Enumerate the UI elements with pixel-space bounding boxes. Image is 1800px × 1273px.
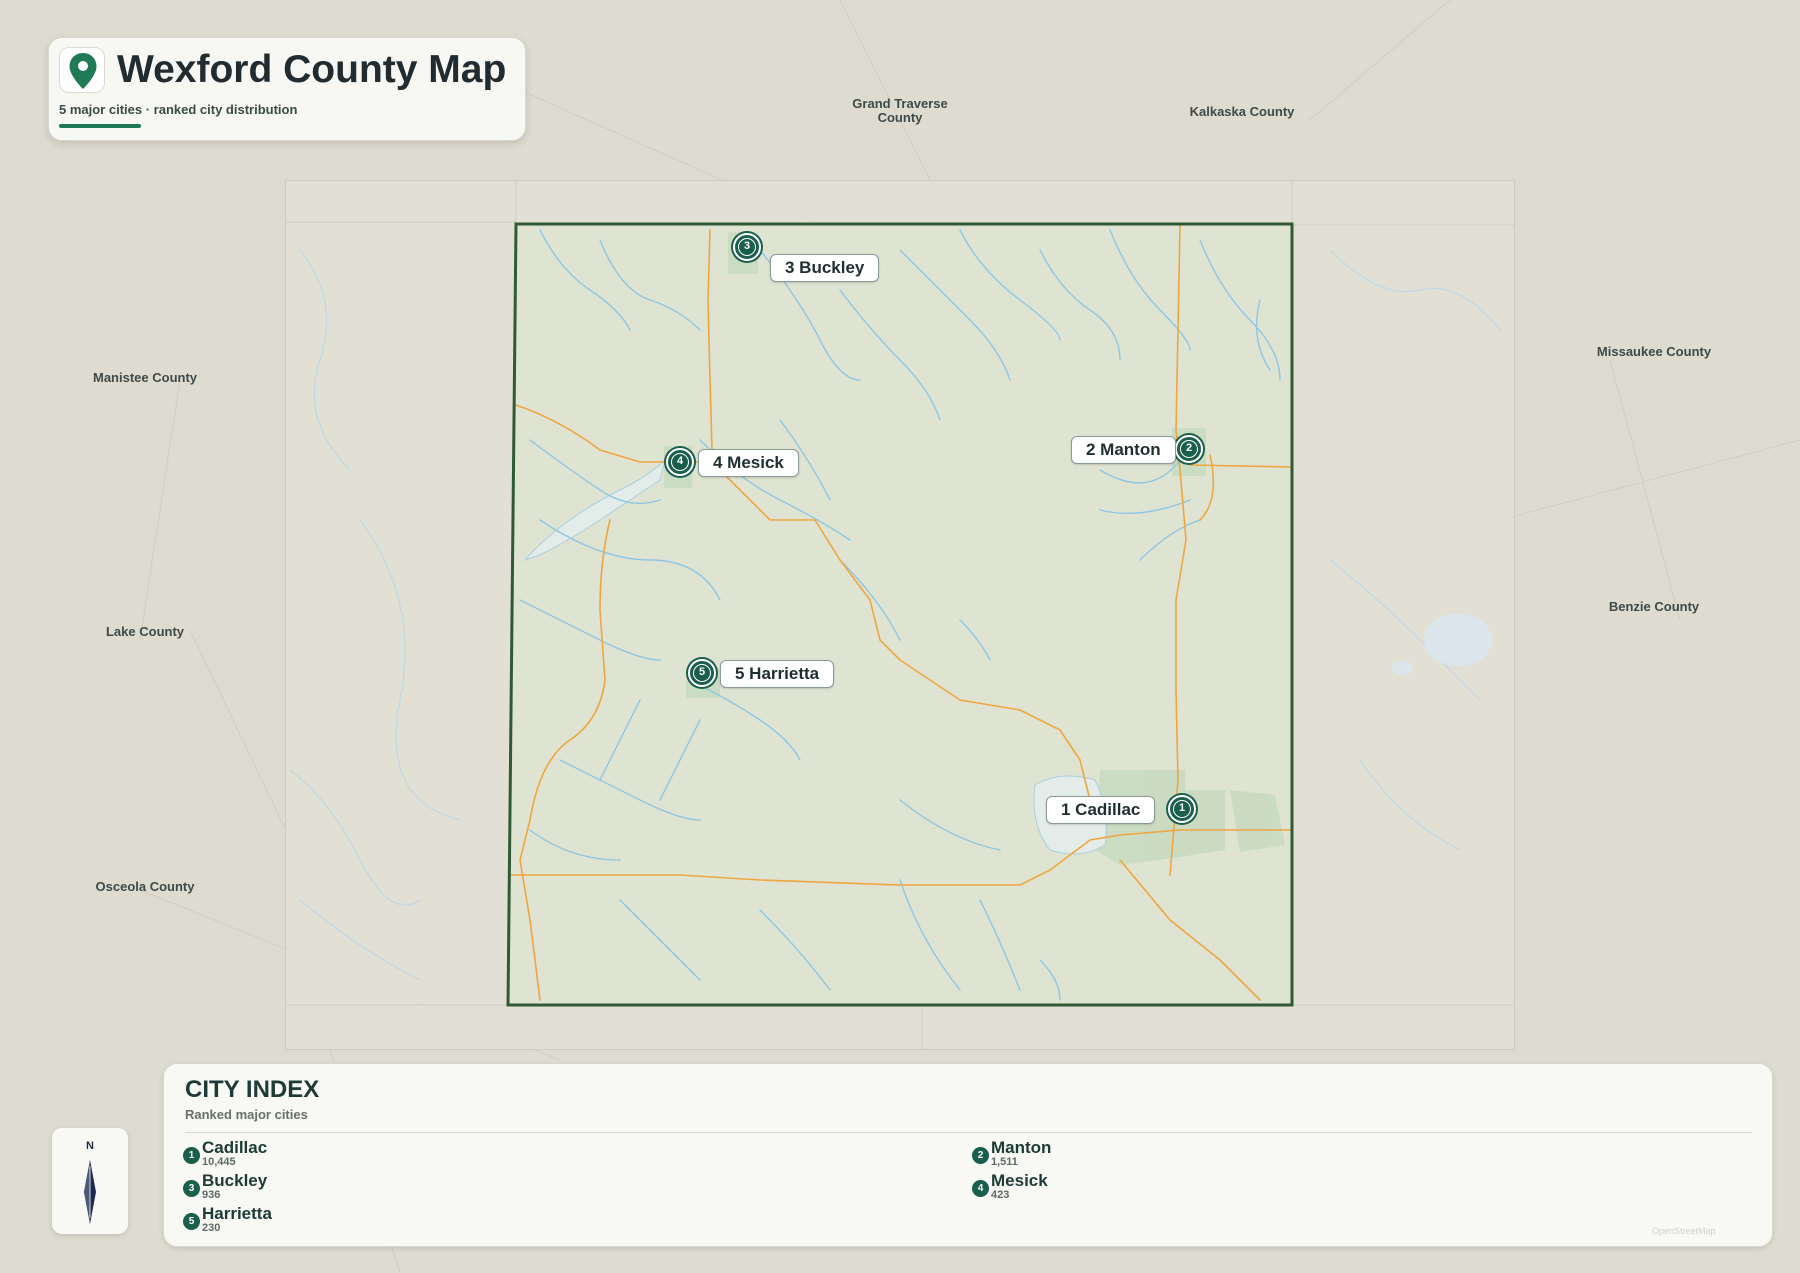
city-name: Harrietta [202,1204,272,1223]
city-name: Buckley [202,1171,268,1190]
rank-badge: 5 [183,1213,200,1230]
city-label-cadillac[interactable]: 1 Cadillac [1046,796,1156,824]
city-marker-manton[interactable]: 2 [1175,435,1203,463]
compass: N [52,1128,128,1234]
county-label-missaukee: Missaukee County [1596,344,1712,359]
county-label-grand-traverse: Grand Traverse County [852,96,948,125]
map-attribution: OpenStreetMap [1652,1226,1716,1236]
city-population: 1,511 [991,1156,1018,1168]
county-label-lake: Lake County [105,624,185,639]
title-card: Wexford County Map 5 major cities · rank… [48,37,526,141]
rank-badge: 1 [183,1147,200,1164]
city-marker-harrietta[interactable]: 5 [688,659,716,687]
city-label-buckley[interactable]: 3 Buckley [770,254,880,282]
city-population: 230 [202,1222,221,1234]
city-name: Manton [991,1138,1052,1157]
city-marker-cadillac[interactable]: 1 [1168,795,1196,823]
county-label-benzie: Benzie County [1608,599,1700,614]
city-population: 423 [991,1189,1010,1201]
city-label-harrietta[interactable]: 5 Harrietta [720,660,835,688]
city-index-subtitle: Ranked major cities [185,1107,308,1122]
rank-badge: 4 [972,1180,989,1197]
city-name: Mesick [991,1171,1048,1190]
city-index-title: CITY INDEX [185,1076,320,1103]
city-label-manton[interactable]: 2 Manton [1071,436,1176,464]
title-accent-bar [59,124,141,128]
page-title: Wexford County Map [117,48,507,91]
map-frame [285,180,1515,1050]
city-population: 936 [202,1189,221,1201]
city-label-mesick[interactable]: 4 Mesick [698,449,799,477]
north-arrow-icon [84,1160,96,1224]
page-subtitle: 5 major cities · ranked city distributio… [59,102,298,117]
city-index-panel: CITY INDEX Ranked major cities 1 Cadilla… [163,1063,1773,1247]
county-label-kalkaska: Kalkaska County [1189,104,1295,119]
city-name: Cadillac [202,1138,268,1157]
rank-badge: 2 [972,1147,989,1164]
city-marker-buckley[interactable]: 3 [733,233,761,261]
city-marker-mesick[interactable]: 4 [666,448,694,476]
county-label-manistee: Manistee County [92,370,198,385]
county-label-osceola: Osceola County [95,879,195,894]
city-population: 10,445 [202,1156,236,1168]
divider [185,1132,1752,1133]
compass-north-label: N [86,1140,94,1152]
map-pin-icon [59,47,105,93]
rank-badge: 3 [183,1180,200,1197]
